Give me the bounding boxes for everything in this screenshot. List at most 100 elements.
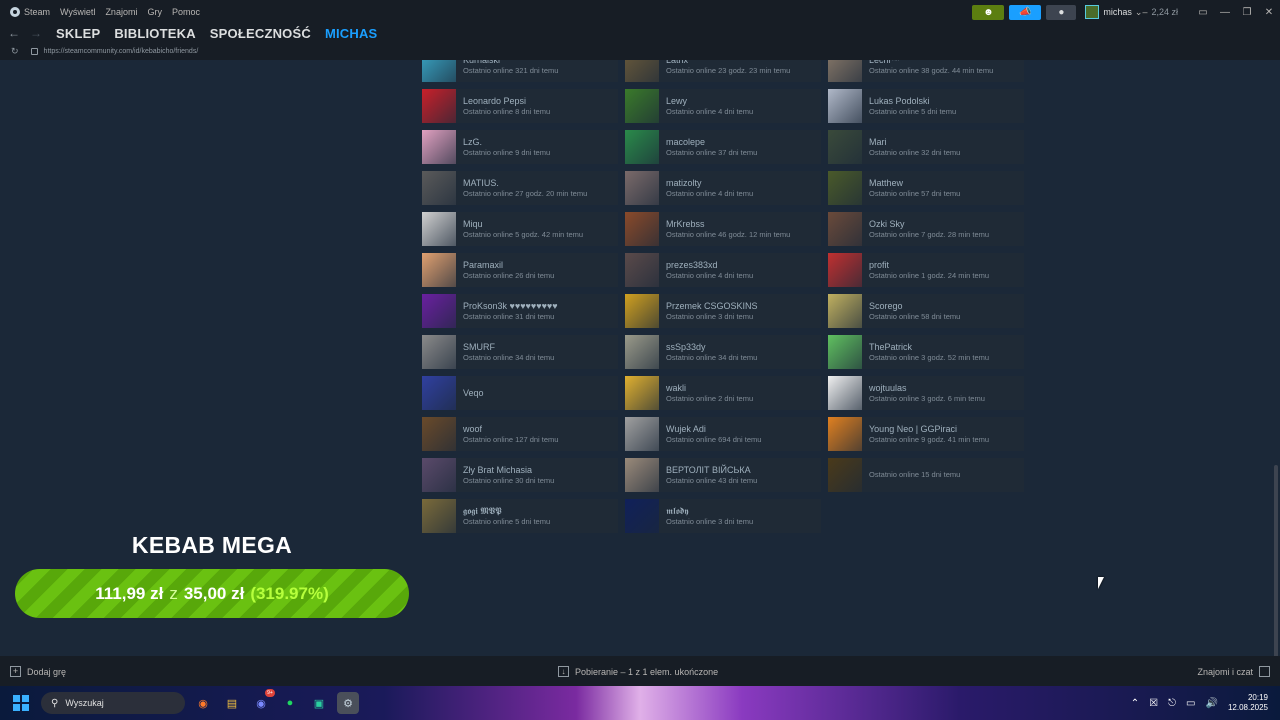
friend-avatar[interactable]: [828, 130, 862, 164]
friend-card[interactable]: Lechi™Ostatnio online 38 godz. 44 min te…: [828, 60, 1024, 82]
friend-name[interactable]: wakli: [666, 383, 753, 394]
friend-name[interactable]: Wujek Adi: [666, 424, 761, 435]
friend-avatar[interactable]: [828, 60, 862, 82]
friend-avatar[interactable]: [422, 376, 456, 410]
friend-avatar[interactable]: [625, 499, 659, 533]
nav-community[interactable]: SPOŁECZNOŚĆ: [210, 26, 311, 41]
microphone-icon[interactable]: ⎋: [1168, 698, 1176, 709]
friend-name[interactable]: profit: [869, 260, 989, 271]
scrollbar[interactable]: [1274, 465, 1278, 656]
friend-card[interactable]: 𝖌𝖔𝖌𝖎 𝕸𝖁𝕻 Ostatnio online 5 dni temu: [422, 499, 618, 533]
friend-card[interactable]: Lewy Ostatnio online 4 dni temu: [625, 89, 821, 123]
friend-name[interactable]: Scorego: [869, 301, 960, 312]
url-text[interactable]: https://steamcommunity.com/id/kebabicho/…: [44, 48, 199, 55]
friend-card[interactable]: 𝖒𝖑𝖔𝖉𝖞 Ostatnio online 3 dni temu: [625, 499, 821, 533]
add-game-button[interactable]: + Dodaj grę: [10, 666, 66, 677]
friend-name[interactable]: Przemek CSGOSKINS: [666, 301, 758, 312]
friend-card[interactable]: Mari Ostatnio online 32 dni temu: [828, 130, 1024, 164]
friend-name[interactable]: ВЕРТОЛІТ ВІЙСЬКА: [666, 465, 757, 476]
network-off-icon[interactable]: ☒: [1149, 698, 1158, 709]
forward-arrow-icon[interactable]: →: [30, 26, 42, 40]
announcement-icon[interactable]: 📣: [1009, 4, 1042, 20]
friends-chat-button[interactable]: Znajomi i czat: [1197, 666, 1270, 677]
friend-card[interactable]: ProKson3k ♥♥♥♥♥♥♥♥♥ Ostatnio online 31 dn…: [422, 294, 618, 328]
friend-avatar[interactable]: [828, 212, 862, 246]
friend-card[interactable]: wakli Ostatnio online 2 dni temu: [625, 376, 821, 410]
menu-games[interactable]: Gry: [147, 7, 162, 17]
friend-avatar[interactable]: [422, 335, 456, 369]
friend-avatar[interactable]: [422, 130, 456, 164]
downloads-status[interactable]: ↓ Pobieranie – 1 z 1 elem. ukończone: [558, 666, 718, 677]
friend-avatar[interactable]: [422, 60, 456, 82]
friend-avatar[interactable]: [828, 417, 862, 451]
friend-avatar[interactable]: [625, 60, 659, 82]
friend-name[interactable]: Leonardo Pepsi: [463, 96, 550, 107]
friend-avatar[interactable]: [422, 294, 456, 328]
user-account-menu[interactable]: michas ⌄ – 2,24 zł: [1085, 5, 1178, 19]
friend-name[interactable]: 𝖒𝖑𝖔𝖉𝖞: [666, 506, 753, 517]
spotify-icon[interactable]: ●: [279, 692, 301, 714]
friend-name[interactable]: Young Neo | GGPiraci: [869, 424, 989, 435]
friend-name[interactable]: Lewy: [666, 96, 753, 107]
menu-friends[interactable]: Znajomi: [105, 7, 137, 17]
friend-avatar[interactable]: [828, 335, 862, 369]
friend-avatar[interactable]: [625, 335, 659, 369]
menu-view[interactable]: Wyświetl: [60, 7, 95, 17]
friend-name[interactable]: ThePatrick: [869, 342, 989, 353]
nav-library[interactable]: BIBLIOTEKA: [114, 26, 195, 41]
volume-icon[interactable]: 🔊: [1206, 698, 1218, 709]
friend-card[interactable]: MATIUS. Ostatnio online 27 godz. 20 min t…: [422, 171, 618, 205]
friend-card[interactable]: ssSp33dy Ostatnio online 34 dni temu: [625, 335, 821, 369]
friend-name[interactable]: LzG.: [463, 137, 550, 148]
monitor-icon[interactable]: ▭: [1192, 7, 1214, 18]
friend-avatar[interactable]: [625, 294, 659, 328]
friend-avatar[interactable]: [422, 499, 456, 533]
menu-help[interactable]: Pomoc: [172, 7, 200, 17]
friend-avatar[interactable]: [828, 89, 862, 123]
friend-avatar[interactable]: [625, 212, 659, 246]
friend-card[interactable]: Wujek Adi Ostatnio online 694 dni temu: [625, 417, 821, 451]
friend-card[interactable]: matizolty Ostatnio online 4 dni temu: [625, 171, 821, 205]
friend-card[interactable]: Paramaxil Ostatnio online 26 dni temu: [422, 253, 618, 287]
friend-card[interactable]: Leonardo Pepsi Ostatnio online 8 dni temu: [422, 89, 618, 123]
friend-name[interactable]: woof: [463, 424, 558, 435]
taskbar-search[interactable]: ⚲ Wyszukaj: [41, 692, 185, 714]
friend-name[interactable]: matizolty: [666, 178, 753, 189]
friend-card[interactable]: ThePatrick Ostatnio online 3 godz. 52 min…: [828, 335, 1024, 369]
friend-name[interactable]: prezes383xd: [666, 260, 753, 271]
friend-card[interactable]: woof Ostatnio online 127 dni temu: [422, 417, 618, 451]
minimize-icon[interactable]: —: [1214, 7, 1236, 18]
friend-name[interactable]: ssSp33dy: [666, 342, 757, 353]
steam-icon[interactable]: ⚙: [337, 692, 359, 714]
friend-name[interactable]: Mari: [869, 137, 960, 148]
friend-name[interactable]: MrKrebss: [666, 219, 790, 230]
friend-card[interactable]: LzG. Ostatnio online 9 dni temu: [422, 130, 618, 164]
bell-icon[interactable]: ●: [1046, 4, 1077, 20]
friend-name[interactable]: Veqo: [463, 388, 484, 399]
friend-card[interactable]: Miqu Ostatnio online 5 godz. 42 min temu: [422, 212, 618, 246]
friend-card[interactable]: Zły Brat Michasia Ostatnio online 30 dni …: [422, 458, 618, 492]
friend-avatar[interactable]: [625, 458, 659, 492]
file-explorer-icon[interactable]: ▤: [221, 692, 243, 714]
friend-name[interactable]: 𝖌𝖔𝖌𝖎 𝕸𝖁𝕻: [463, 506, 550, 517]
friend-name[interactable]: MATIUS.: [463, 178, 587, 189]
friend-avatar[interactable]: [828, 253, 862, 287]
chevron-up-icon[interactable]: ⌃: [1131, 698, 1139, 709]
friend-avatar[interactable]: [625, 376, 659, 410]
windows-start-icon[interactable]: [13, 695, 29, 711]
friend-card[interactable]: ВЕРТОЛІТ ВІЙСЬКА Ostatnio online 43 dni t…: [625, 458, 821, 492]
friend-avatar[interactable]: [828, 171, 862, 205]
close-icon[interactable]: ✕: [1258, 7, 1280, 18]
friend-name[interactable]: wojtuulas: [869, 383, 985, 394]
friend-card[interactable]: macolepe Ostatnio online 37 dni temu: [625, 130, 821, 164]
friend-avatar[interactable]: [422, 458, 456, 492]
friend-avatar[interactable]: [422, 212, 456, 246]
friend-card[interactable]: Ozki Sky Ostatnio online 7 godz. 28 min t…: [828, 212, 1024, 246]
nav-store[interactable]: SKLEP: [56, 26, 100, 41]
friend-card[interactable]: Przemek CSGOSKINS Ostatnio online 3 dni t…: [625, 294, 821, 328]
friend-avatar[interactable]: [625, 89, 659, 123]
friend-card[interactable]: MrKrebss Ostatnio online 46 godz. 12 min …: [625, 212, 821, 246]
discord-icon[interactable]: ◉ 9+: [250, 689, 275, 714]
friend-card[interactable]: Ostatnio online 15 dni temu: [828, 458, 1024, 492]
friend-avatar[interactable]: [625, 253, 659, 287]
